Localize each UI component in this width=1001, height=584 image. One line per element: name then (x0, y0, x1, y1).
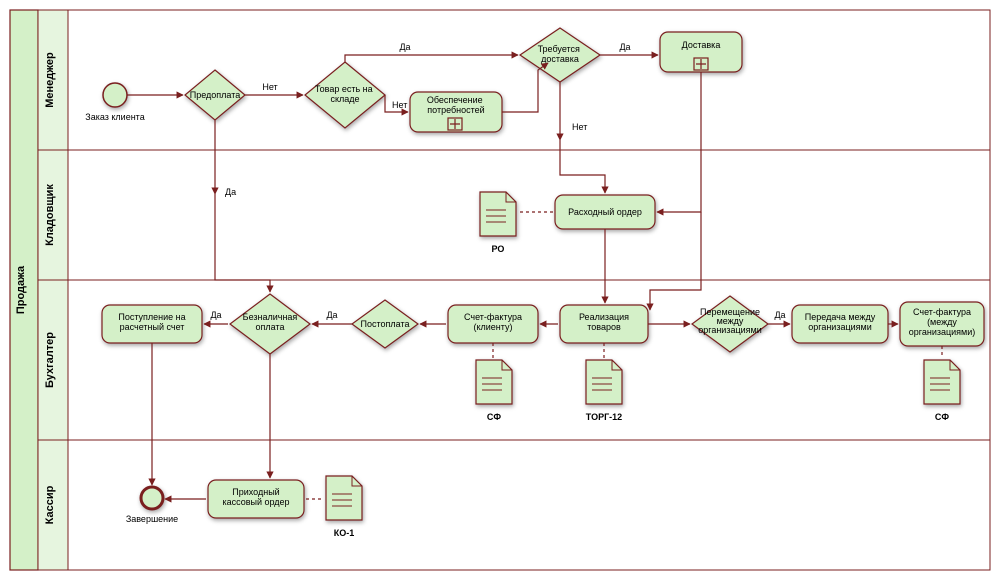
task-deliver (660, 32, 742, 72)
doc-ko1 (326, 476, 362, 520)
start-label: Заказ клиента (85, 112, 144, 122)
doc-ko1-label: КО-1 (334, 528, 355, 538)
edge-interorg-yes: Да (774, 310, 785, 320)
gateway-prepay-label: Предоплата (190, 90, 241, 100)
doc-sf2-label: СФ (935, 412, 949, 422)
pool-title: Продажа (15, 265, 27, 314)
doc-torg12 (586, 360, 622, 404)
gateway-postpay-label: Постоплата (361, 319, 410, 329)
gateway-delivery-label: Требуется доставка (538, 44, 583, 64)
task-expense-order-label: Расходный ордер (568, 207, 642, 217)
edge-stock-no: Нет (392, 100, 407, 110)
doc-torg12-label: ТОРГ-12 (586, 412, 622, 422)
lane-title-2: Бухгалтер (44, 332, 56, 388)
start-event (103, 83, 127, 107)
task-bank-in-label: Поступление нарасчетный счет (118, 312, 185, 332)
task-cash-in-label: Приходныйкассовый ордер (222, 487, 289, 507)
edge-prepay-yes: Да (225, 187, 236, 197)
edge-stock-yes: Да (399, 42, 410, 52)
edge-cashless-yes: Да (210, 310, 221, 320)
edge-prepay-no: Нет (262, 82, 277, 92)
lane-title-0: Менеджер (44, 52, 56, 108)
doc-ro-label: РО (492, 244, 505, 254)
task-transfer-label: Передача междуорганизациями (805, 312, 876, 332)
doc-sf1 (476, 360, 512, 404)
edge-postpay-yes: Да (326, 310, 337, 320)
doc-ro (480, 192, 516, 236)
edge-delivery-yes: Да (619, 42, 630, 52)
end-event (141, 487, 163, 509)
lane-title-3: Кассир (44, 485, 56, 524)
doc-sf2 (924, 360, 960, 404)
doc-sf1-label: СФ (487, 412, 501, 422)
lane-title-1: Кладовщик (44, 184, 56, 246)
edge-delivery-no: Нет (572, 122, 587, 132)
task-deliver-label: Доставка (682, 40, 721, 50)
end-label: Завершение (126, 514, 178, 524)
task-procure-label: Обеспечение потребностей (427, 95, 485, 115)
